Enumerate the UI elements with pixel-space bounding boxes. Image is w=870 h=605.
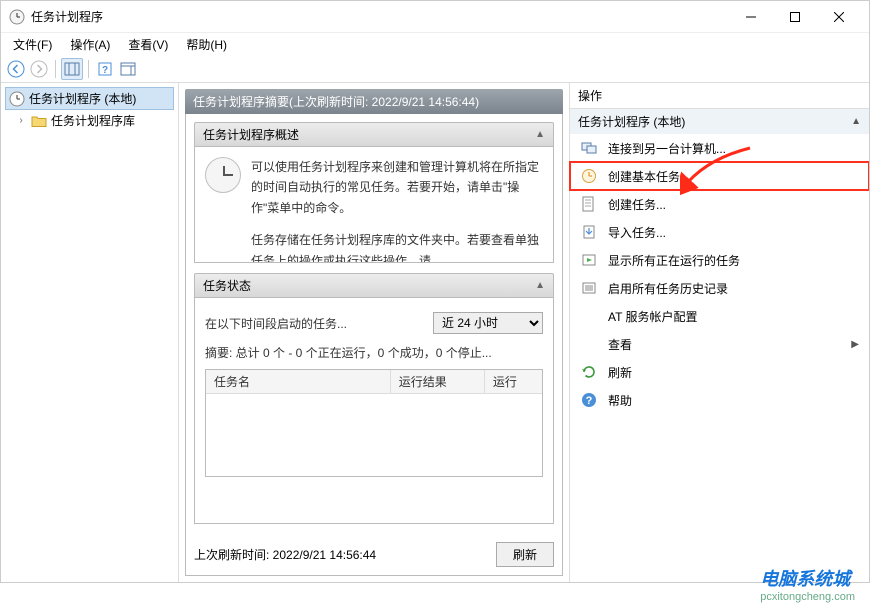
refresh-button[interactable]: 刷新 bbox=[496, 542, 554, 567]
actions-list: 连接到另一台计算机... 创建基本任务... 创建任务... 导入任务... 显示所有正… bbox=[570, 134, 869, 582]
clock-icon bbox=[9, 91, 25, 107]
action-label: 创建任务... bbox=[608, 196, 666, 213]
svg-text:?: ? bbox=[102, 65, 108, 76]
action-label: 启用所有任务历史记录 bbox=[608, 280, 728, 297]
app-window: 任务计划程序 文件(F) 操作(A) 查看(V) 帮助(H) ? bbox=[0, 0, 870, 583]
tree-library[interactable]: › 任务计划程序库 bbox=[5, 110, 174, 131]
forward-button[interactable] bbox=[28, 58, 50, 80]
action-item-8[interactable]: 刷新 bbox=[570, 358, 869, 386]
actions-panel: 操作 任务计划程序 (本地) ▲ 连接到另一台计算机... 创建基本任务... 创建… bbox=[569, 83, 869, 582]
action-label: 刷新 bbox=[608, 364, 632, 381]
action-label: AT 服务帐户配置 bbox=[608, 308, 698, 325]
action-item-9[interactable]: ? 帮助 bbox=[570, 386, 869, 414]
col-run[interactable]: 运行 bbox=[485, 370, 542, 393]
folder-icon bbox=[31, 113, 47, 129]
action-item-3[interactable]: 导入任务... bbox=[570, 218, 869, 246]
import-icon bbox=[580, 223, 598, 241]
svg-text:?: ? bbox=[586, 395, 593, 407]
window-title: 任务计划程序 bbox=[31, 8, 729, 25]
action-label: 查看 bbox=[608, 336, 632, 353]
history-icon bbox=[580, 279, 598, 297]
action-item-2[interactable]: 创建任务... bbox=[570, 190, 869, 218]
none-icon bbox=[580, 307, 598, 325]
tree-library-label: 任务计划程序库 bbox=[51, 112, 135, 129]
action-label: 创建基本任务... bbox=[608, 168, 690, 185]
overview-header[interactable]: 任务计划程序概述 ▲ bbox=[194, 122, 554, 147]
col-task-name[interactable]: 任务名 bbox=[206, 370, 391, 393]
status-body: 在以下时间段启动的任务... 近 24 小时 摘要: 总计 0 个 - 0 个正… bbox=[194, 298, 554, 524]
menubar: 文件(F) 操作(A) 查看(V) 帮助(H) bbox=[1, 33, 869, 55]
refresh-icon bbox=[580, 363, 598, 381]
actions-subheader[interactable]: 任务计划程序 (本地) ▲ bbox=[570, 109, 869, 134]
overview-body: 可以使用任务计划程序来创建和管理计算机将在所指定的时间自动执行的常见任务。若要开… bbox=[194, 147, 554, 263]
none-icon bbox=[580, 335, 598, 353]
menu-help[interactable]: 帮助(H) bbox=[182, 34, 231, 55]
overview-text: 可以使用任务计划程序来创建和管理计算机将在所指定的时间自动执行的常见任务。若要开… bbox=[251, 157, 543, 263]
tree-panel: 任务计划程序 (本地) › 任务计划程序库 bbox=[1, 83, 179, 582]
status-summary: 摘要: 总计 0 个 - 0 个正在运行，0 个成功，0 个停止... bbox=[205, 342, 543, 369]
action-item-6[interactable]: AT 服务帐户配置 bbox=[570, 302, 869, 330]
task-table[interactable]: 任务名 运行结果 运行 bbox=[205, 369, 543, 477]
help-icon: ? bbox=[580, 391, 598, 409]
collapse-icon[interactable]: ▲ bbox=[851, 116, 861, 127]
menu-action[interactable]: 操作(A) bbox=[66, 34, 114, 55]
tree-root[interactable]: 任务计划程序 (本地) bbox=[5, 87, 174, 110]
action-label: 帮助 bbox=[608, 392, 632, 409]
minimize-button[interactable] bbox=[729, 2, 773, 32]
action-label: 连接到另一台计算机... bbox=[608, 140, 726, 157]
summary-header: 任务计划程序摘要(上次刷新时间: 2022/9/21 14:56:44) bbox=[185, 89, 563, 114]
status-header[interactable]: 任务状态 ▲ bbox=[194, 273, 554, 298]
status-period-select[interactable]: 近 24 小时 bbox=[433, 312, 543, 334]
action-label: 显示所有正在运行的任务 bbox=[608, 252, 740, 269]
footer-row: 上次刷新时间: 2022/9/21 14:56:44 刷新 bbox=[194, 534, 554, 567]
close-button[interactable] bbox=[817, 2, 861, 32]
action-item-1[interactable]: 创建基本任务... bbox=[570, 162, 869, 190]
collapse-icon[interactable]: ▲ bbox=[535, 280, 545, 291]
tree-root-label: 任务计划程序 (本地) bbox=[29, 90, 136, 107]
app-icon bbox=[9, 9, 25, 25]
middle-panel: 任务计划程序摘要(上次刷新时间: 2022/9/21 14:56:44) 任务计… bbox=[179, 83, 569, 582]
summary-body: 任务计划程序概述 ▲ 可以使用任务计划程序来创建和管理计算机将在所指定的时间自动… bbox=[185, 114, 563, 576]
create-task-icon bbox=[580, 195, 598, 213]
clock-large-icon bbox=[205, 157, 241, 193]
content-area: 任务计划程序 (本地) › 任务计划程序库 任务计划程序摘要(上次刷新时间: 2… bbox=[1, 83, 869, 582]
col-result[interactable]: 运行结果 bbox=[391, 370, 485, 393]
action-item-4[interactable]: 显示所有正在运行的任务 bbox=[570, 246, 869, 274]
panes-button[interactable] bbox=[61, 58, 83, 80]
basic-task-icon bbox=[580, 167, 598, 185]
collapse-icon[interactable]: ▲ bbox=[535, 129, 545, 140]
toolbar: ? bbox=[1, 55, 869, 83]
titlebar: 任务计划程序 bbox=[1, 1, 869, 33]
window-controls bbox=[729, 2, 861, 32]
menu-view[interactable]: 查看(V) bbox=[124, 34, 172, 55]
chevron-right-icon[interactable]: › bbox=[15, 115, 27, 126]
action-item-0[interactable]: 连接到另一台计算机... bbox=[570, 134, 869, 162]
last-refresh-label: 上次刷新时间: 2022/9/21 14:56:44 bbox=[194, 546, 376, 563]
status-section: 任务状态 ▲ 在以下时间段启动的任务... 近 24 小时 摘要: 总计 0 个… bbox=[194, 273, 554, 524]
details-toolbar-button[interactable] bbox=[117, 58, 139, 80]
running-icon bbox=[580, 251, 598, 269]
watermark: 电脑系统城 pcxitongcheng.com bbox=[760, 565, 855, 603]
menu-file[interactable]: 文件(F) bbox=[9, 34, 56, 55]
overview-section: 任务计划程序概述 ▲ 可以使用任务计划程序来创建和管理计算机将在所指定的时间自动… bbox=[194, 122, 554, 263]
back-button[interactable] bbox=[5, 58, 27, 80]
maximize-button[interactable] bbox=[773, 2, 817, 32]
action-item-5[interactable]: 启用所有任务历史记录 bbox=[570, 274, 869, 302]
action-item-7[interactable]: 查看 ▶ bbox=[570, 330, 869, 358]
status-label: 在以下时间段启动的任务... bbox=[205, 315, 347, 332]
chevron-right-icon: ▶ bbox=[851, 339, 859, 350]
connect-icon bbox=[580, 139, 598, 157]
actions-header: 操作 bbox=[570, 83, 869, 109]
help-toolbar-button[interactable]: ? bbox=[94, 58, 116, 80]
action-label: 导入任务... bbox=[608, 224, 666, 241]
